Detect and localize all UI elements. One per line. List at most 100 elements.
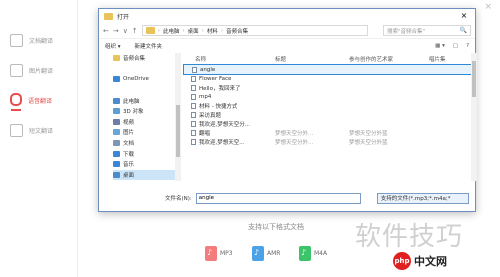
format-label: MP3 [220,250,233,257]
file-name: mp4 [199,94,212,101]
audio-file-icon [191,103,196,110]
nav-item[interactable] [113,85,180,96]
audio-file-icon [191,112,196,118]
nav-item-label: 音乐 [123,162,135,169]
sidebar-item-label: 短文翻译 [29,127,54,135]
nav-item[interactable]: OneDrive [113,74,180,85]
nav-item-label: OneDrive [123,76,149,83]
sidebar-item-text[interactable]: 短文翻译 [10,120,78,140]
format-m4a: M4A [299,246,327,261]
file-row[interactable]: angle [183,64,477,75]
forward-arrow-icon[interactable]: → [113,27,119,35]
sidebar-item-image[interactable]: 图片翻译 [10,60,78,80]
file-name: Hello，我回来了 [199,86,241,93]
nav-item[interactable]: 图片 [113,127,180,138]
file-artist: 梦想天空分外蓝 [349,130,388,137]
file-name: 翻唱 [199,130,211,137]
help-icon[interactable]: ? [466,43,469,49]
audio-file-icon [192,66,197,73]
image-icon [10,63,23,77]
file-scrollbar[interactable] [471,53,477,181]
preview-pane-icon[interactable]: ▢ [453,43,458,49]
audio-file-icon [191,94,196,101]
file-row[interactable]: 我欢迎,梦想天空... 梦想天空分外... 梦想天空分外蓝 [183,137,477,146]
nav-item-icon [113,97,120,104]
dialog-body: 音频合集 OneDrive 此电脑 3D 对象 视频图片文档 下载音乐 桌面 名称 标题 参… [99,53,477,181]
file-row[interactable]: 材料 - 快捷方式 [183,102,477,111]
sidebar-item-voice[interactable]: 语音翻译 [10,90,78,110]
nav-item-label: 文档 [123,141,135,148]
music-file-icon [205,246,217,261]
text-icon [10,123,23,137]
file-title: 梦想天空分外... [275,130,314,137]
breadcrumb-item[interactable]: 此电脑 [163,27,180,35]
nav-item[interactable]: 下载 [113,148,180,159]
file-name: Flower Face [199,76,232,83]
nav-item[interactable]: 音乐 [113,159,180,170]
nav-item-icon [113,140,120,147]
nav-item-label: 音频合集 [123,56,146,63]
filetype-select[interactable]: 支持的文件(*.mp3;*.m4a;* [376,192,469,204]
dialog-close-button[interactable]: × [453,9,475,23]
column-album[interactable]: 唱片集 [429,55,469,63]
file-row[interactable]: Flower Face [183,75,477,84]
breadcrumb-item[interactable]: 桌面 [188,27,199,35]
file-name: 采访真题 [199,113,222,119]
back-arrow-icon[interactable]: ← [103,27,109,35]
sidebar-item-label: 语音翻译 [28,97,53,105]
nav-item-icon [113,161,120,168]
file-name: 我欢迎,梦想天空... [199,139,245,146]
history-dropdown-icon[interactable]: ∨ [123,27,128,35]
nav-item[interactable]: 音频合集 [113,53,180,64]
file-name: 材料 - 快捷方式 [199,104,238,111]
view-options-icon[interactable]: ▦ ▾ [435,43,445,49]
file-artist: 梦想天空分外蓝 [349,139,388,146]
nav-item-icon [113,150,120,157]
music-file-icon [299,246,311,261]
file-row[interactable]: mp4 [183,93,477,102]
open-file-dialog: 打开 × ← → ∨ ↑ › 此电脑 › 桌面 › 材料 › 音频合集 搜索"音… [98,8,477,212]
dialog-titlebar: 打开 [99,9,475,23]
navigation-pane: 音频合集 OneDrive 此电脑 3D 对象 视频图片文档 下载音乐 桌面 [99,53,181,181]
breadcrumb-item[interactable]: 音频合集 [226,27,248,35]
column-artist[interactable]: 参与创作的艺术家 [349,55,429,63]
sidebar-item-label: 图片翻译 [29,67,54,75]
sidebar-item-document[interactable]: 文档翻译 [10,30,78,50]
format-label: AMR [267,250,281,257]
file-row[interactable]: 我欢迎,梦想天空分... [183,119,477,128]
search-icon: 🔍 [459,27,467,34]
file-row[interactable]: Hello，我回来了 [183,84,477,93]
nav-item-icon [113,171,120,178]
breadcrumb-item[interactable]: 材料 [207,27,218,35]
nav-item-label: 图片 [123,130,135,137]
file-row[interactable]: 翻唱 梦想天空分外... 梦想天空分外蓝 [183,128,477,137]
app-sidebar: 文档翻译 图片翻译 语音翻译 短文翻译 [0,0,78,277]
nav-item[interactable]: 3D 对象 [113,106,180,117]
nav-item[interactable]: 视频 [113,117,180,128]
nav-item-icon [113,129,120,136]
nav-scrollbar[interactable] [175,53,180,181]
file-title: 梦想天空分外... [275,139,314,146]
app-close-icon[interactable]: × [484,2,492,12]
organize-button[interactable]: 组织 ▾ [105,42,121,50]
folder-icon [145,27,155,34]
format-label: M4A [314,250,328,257]
file-name: angle [200,66,216,73]
up-arrow-icon[interactable]: ↑ [132,27,138,35]
nav-item[interactable]: 桌面 [113,169,180,181]
address-row: ← → ∨ ↑ › 此电脑 › 桌面 › 材料 › 音频合集 搜索"音频合集" … [99,23,475,39]
search-input[interactable]: 搜索"音频合集" 🔍 [383,25,471,36]
nav-item[interactable] [113,64,180,75]
file-name: 我欢迎,梦想天空分... [199,121,250,128]
file-row[interactable]: 采访真题 [183,111,477,120]
nav-item[interactable]: 此电脑 [113,95,180,106]
filename-row: 文件名(N): angle 支持的文件(*.mp3;*.m4a;* [99,191,477,205]
audio-file-icon [191,76,196,83]
column-title[interactable]: 标题 [275,55,349,63]
column-name[interactable]: 名称 [183,55,275,63]
filename-input[interactable]: angle [195,192,361,204]
address-bar[interactable]: › 此电脑 › 桌面 › 材料 › 音频合集 [141,25,368,36]
nav-item[interactable]: 文档 [113,138,180,149]
nav-item-label: 此电脑 [123,98,140,105]
new-folder-button[interactable]: 新建文件夹 [135,42,163,50]
